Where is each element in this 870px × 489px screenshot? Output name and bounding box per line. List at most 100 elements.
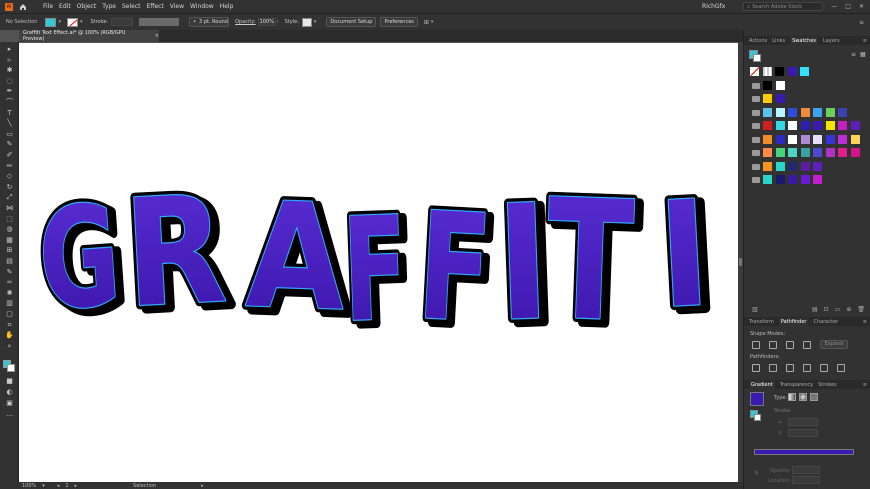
panel-menu-icon[interactable]: ≡ (863, 382, 867, 388)
panel-menu-icon[interactable]: ≡ (863, 38, 867, 44)
new-color-group-icon[interactable]: ▭ (835, 306, 841, 313)
shape-mode-4-icon[interactable] (803, 341, 811, 349)
swatch-grid-view-icon[interactable]: ▦ (860, 51, 866, 58)
arrange-documents-icon[interactable]: ⊞ (424, 19, 429, 26)
maximize-button[interactable]: □ (845, 3, 851, 10)
pen-tool-icon[interactable]: ✒ (5, 88, 14, 95)
pathfinder-6-icon[interactable] (837, 364, 845, 372)
more-tools-icon[interactable]: … (5, 411, 14, 418)
close-window-button[interactable]: ✕ (859, 3, 864, 10)
opacity-label[interactable]: Opacity: (235, 19, 256, 25)
graffiti-letter[interactable]: FFF (410, 176, 506, 365)
swatch[interactable] (788, 108, 797, 117)
home-icon[interactable] (19, 3, 27, 11)
swatch[interactable] (800, 121, 810, 130)
stroke-swatch[interactable] (66, 17, 78, 27)
menu-window[interactable]: Window (190, 3, 214, 10)
app-logo[interactable]: Ai (5, 2, 13, 11)
swatch[interactable] (788, 121, 797, 130)
graffiti-letter[interactable]: TTT (539, 159, 647, 368)
swatch[interactable] (787, 67, 797, 76)
swatch[interactable] (800, 148, 810, 157)
type-tool-icon[interactable]: T (5, 109, 14, 117)
swatch[interactable] (763, 108, 772, 117)
color-mode-icon[interactable]: ■ (5, 378, 14, 385)
style-swatch[interactable] (301, 17, 312, 27)
swatch[interactable] (838, 121, 847, 130)
color-group-folder-icon[interactable] (752, 177, 760, 183)
none-swatch[interactable] (750, 66, 760, 77)
swatch[interactable] (763, 135, 772, 144)
rotate-tool-icon[interactable]: ↻ (5, 183, 14, 191)
close-tab-icon[interactable]: × (155, 33, 159, 39)
pathfinder-3-icon[interactable] (786, 364, 794, 372)
tab-pathfinder[interactable]: Pathfinder (778, 317, 809, 326)
swatch[interactable] (763, 81, 772, 90)
gradient-fill-stroke-indicator[interactable] (750, 410, 762, 421)
preferences-button[interactable]: Preferences (380, 17, 418, 27)
swatch[interactable] (838, 108, 847, 117)
pencil-tool-icon[interactable]: ✏ (5, 162, 14, 170)
zoom-tool-icon[interactable]: ⌕ (5, 342, 14, 350)
search-field[interactable]: ⌕ Search Adobe Stock (743, 2, 824, 11)
style-dropdown-icon[interactable]: ▾ (314, 19, 317, 25)
swatch[interactable] (838, 135, 847, 144)
eraser-tool-icon[interactable]: ◇ (5, 173, 14, 180)
graffiti-letter[interactable]: III (650, 165, 724, 350)
fill-stroke-indicator[interactable] (749, 50, 762, 62)
free-transform-tool-icon[interactable]: ⬚ (5, 215, 14, 223)
rectangle-tool-icon[interactable]: ▭ (5, 130, 14, 138)
swatch[interactable] (813, 108, 822, 117)
gradient-preview-swatch[interactable] (750, 392, 764, 406)
tab-strokes[interactable]: Strokes (818, 382, 837, 388)
swatch[interactable] (850, 121, 860, 130)
tab-layers[interactable]: Layers (823, 38, 840, 44)
shape-builder-tool-icon[interactable]: ◍ (5, 226, 14, 233)
artboard[interactable]: GGGRRRAAAFFFFFFIIITTTIII (19, 43, 738, 482)
user-name[interactable]: RichGfx (702, 3, 725, 10)
color-group-folder-icon[interactable] (752, 123, 760, 129)
swatch[interactable] (775, 67, 784, 76)
pathfinder-1-icon[interactable] (752, 364, 760, 372)
swatch[interactable] (813, 148, 822, 157)
swatch[interactable] (838, 148, 847, 157)
shape-mode-3-icon[interactable] (786, 341, 794, 349)
swatch[interactable] (788, 148, 797, 157)
gradient-location-input[interactable] (792, 476, 820, 484)
fill-swatch[interactable] (45, 17, 57, 27)
artboard-tool-icon[interactable]: ▢ (5, 311, 14, 318)
column-graph-tool-icon[interactable]: ▥ (5, 300, 14, 307)
swatch[interactable] (763, 162, 772, 171)
scroll-thumb[interactable] (739, 258, 742, 266)
document-tab[interactable]: Graffiti Text Effect.ai* @ 100% (RGB/GPU… (19, 30, 159, 42)
canvas-area[interactable]: GGGRRRAAAFFFFFFIIITTTIII (19, 42, 738, 482)
swatch[interactable] (775, 148, 785, 157)
pathfinder-2-icon[interactable] (769, 364, 777, 372)
shape-mode-2-icon[interactable] (769, 341, 777, 349)
gradient-opacity-input[interactable] (792, 466, 820, 474)
panel-menu-icon[interactable]: ≡ (863, 319, 867, 325)
tab-links[interactable]: Links (772, 38, 785, 44)
zoom-level[interactable]: 100% (22, 483, 36, 489)
blend-tool-icon[interactable]: ∞ (5, 279, 14, 286)
registration-swatch[interactable] (762, 67, 772, 76)
delete-swatch-icon[interactable]: 🗑 (857, 306, 865, 313)
brush-definition-dropdown[interactable]: • 3 pt. Round (189, 17, 230, 27)
swatch[interactable] (788, 162, 797, 171)
swatch[interactable] (775, 121, 785, 130)
swatch[interactable] (813, 162, 822, 171)
menu-select[interactable]: Select (122, 3, 141, 10)
tab-actions[interactable]: Actions (749, 38, 767, 44)
fill-dropdown-icon[interactable]: ▾ (58, 19, 61, 25)
stroke-weight-input[interactable] (111, 18, 134, 26)
opacity-dropdown-icon[interactable]: › (277, 19, 279, 25)
swatch[interactable] (825, 148, 835, 157)
artboard-number[interactable]: 1 (65, 483, 68, 489)
status-menu-icon[interactable]: ▸ (201, 483, 204, 489)
prev-artboard-icon[interactable]: ◂ (57, 483, 60, 489)
zoom-dropdown-icon[interactable]: ▾ (42, 483, 45, 489)
swatch[interactable] (775, 135, 785, 144)
swatch[interactable] (788, 135, 797, 144)
mesh-tool-icon[interactable]: ⊞ (5, 247, 14, 254)
curvature-tool-icon[interactable]: ⌒ (5, 99, 14, 106)
